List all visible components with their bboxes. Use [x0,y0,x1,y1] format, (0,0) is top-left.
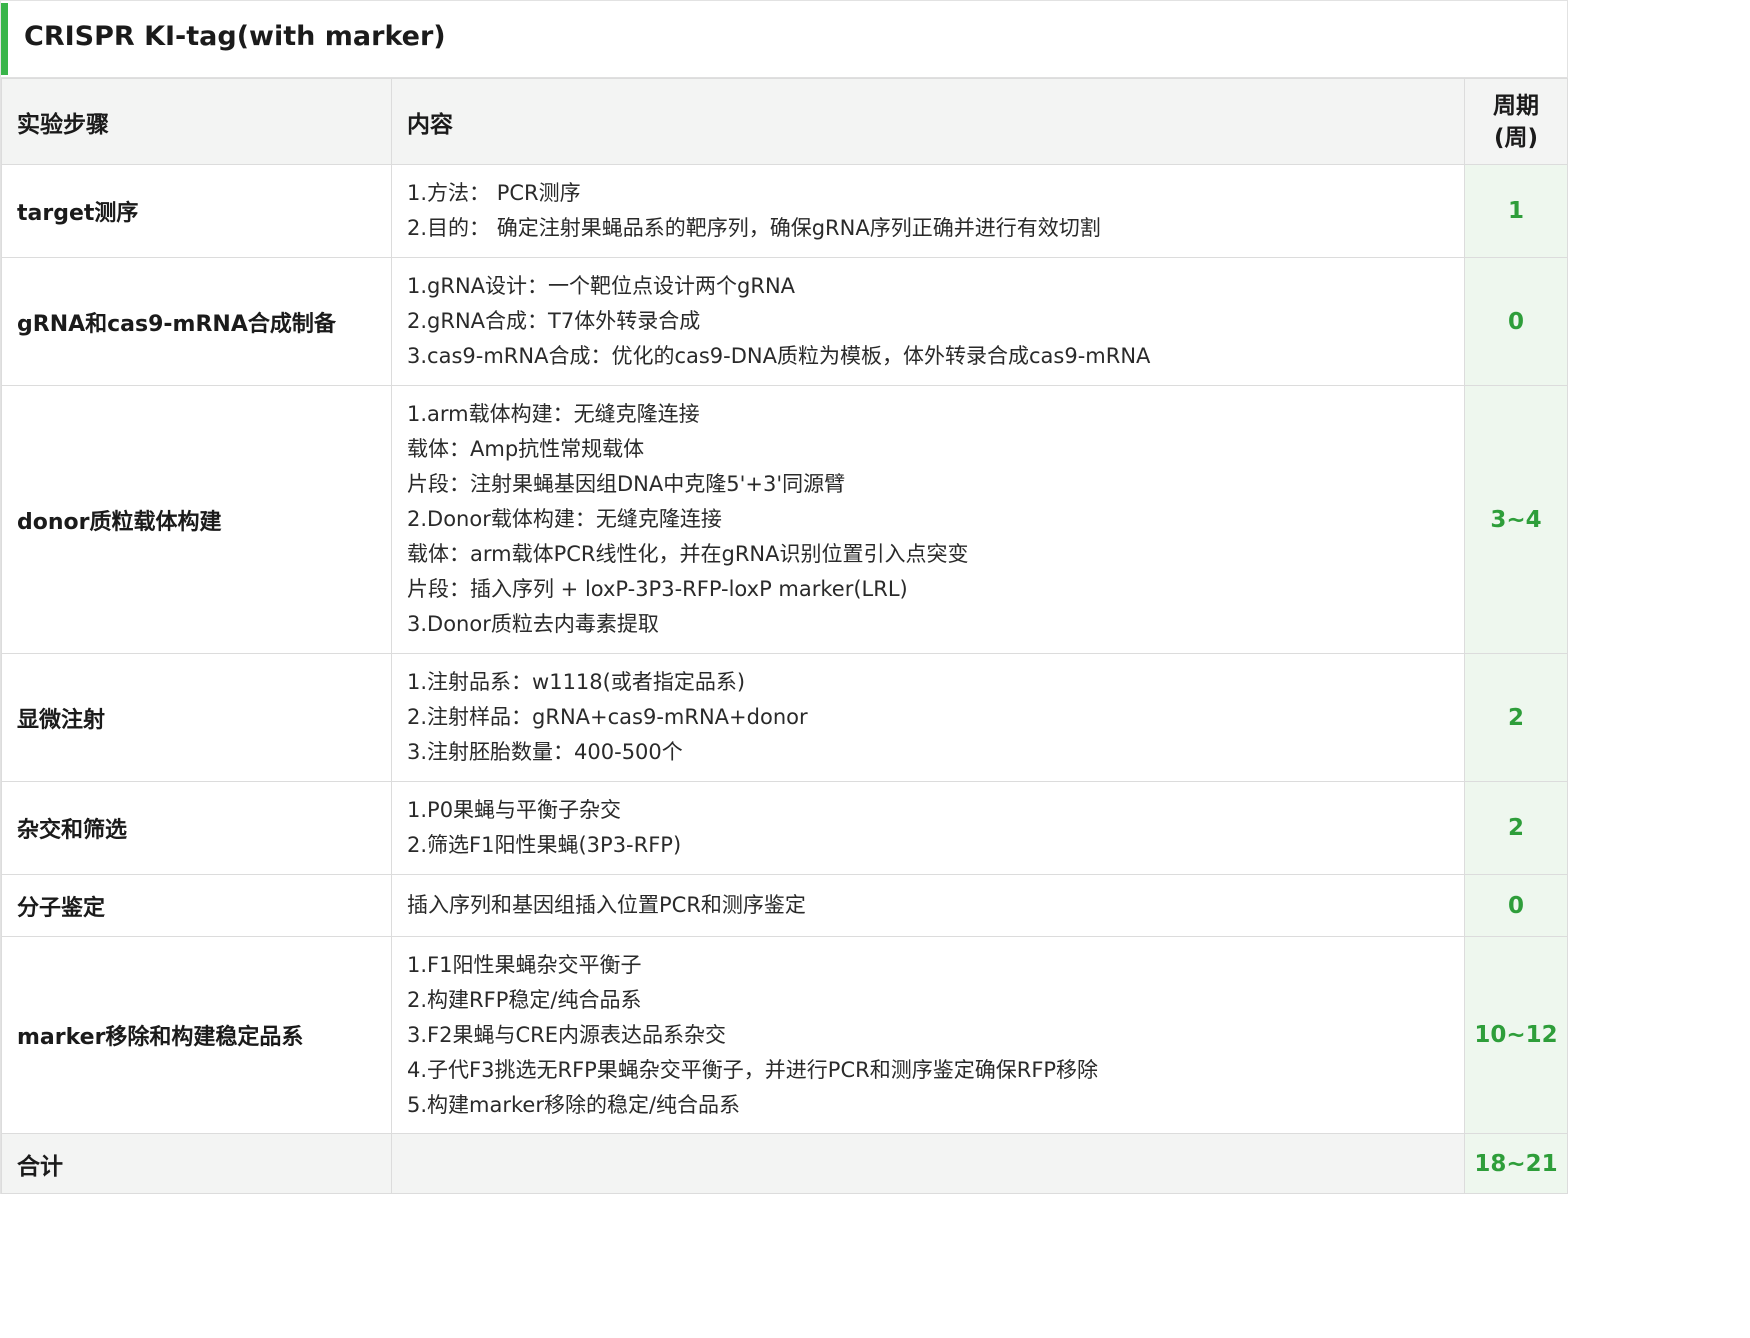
total-period: 18~21 [1464,1133,1568,1194]
step-content: 1.方法： PCR测序 2.目的： 确定注射果蝇品系的靶序列，确保gRNA序列正确… [391,164,1465,258]
table-row: marker移除和构建稳定品系 1.F1阳性果蝇杂交平衡子 2.构建RFP稳定/纯合… [1,936,1568,1134]
content-line: 1.P0果蝇与平衡子杂交 [407,798,622,822]
total-content-empty [391,1133,1465,1194]
content-line: 片段：插入序列 + loxP-3P3-RFP-loxP marker(LRL) [407,577,908,601]
content-line: 1.arm载体构建：无缝克隆连接 [407,402,700,426]
content-line: 3.Donor质粒去内毒素提取 [407,612,659,636]
step-period: 3~4 [1464,385,1568,654]
step-name: marker移除和构建稳定品系 [1,936,392,1134]
content-line: 2.注射样品：gRNA+cas9-mRNA+donor [407,705,808,729]
content-line: 片段：注射果蝇基因组DNA中克隆5'+3'同源臂 [407,472,846,496]
table-row: 杂交和筛选 1.P0果蝇与平衡子杂交 2.筛选F1阳性果蝇(3P3-RFP) 2 [1,781,1568,875]
page-title: CRISPR KI-tag(with marker) [24,21,446,52]
step-content: 1.gRNA设计：一个靶位点设计两个gRNA 2.gRNA合成：T7体外转录合成 3… [391,257,1465,386]
content-line: 1.gRNA设计：一个靶位点设计两个gRNA [407,274,796,298]
content-line: 2.Donor载体构建：无缝克隆连接 [407,507,722,531]
header-step: 实验步骤 [1,78,392,165]
content-line: 载体：Amp抗性常规载体 [407,437,645,461]
content-line: 1.注射品系：w1118(或者指定品系) [407,670,746,694]
header-period: 周期 (周) [1464,78,1568,165]
header-row: 实验步骤 内容 周期 (周) [1,78,1568,165]
step-name: 显微注射 [1,653,392,782]
step-content: 1.arm载体构建：无缝克隆连接 载体：Amp抗性常规载体片段：注射果蝇基因组DN… [391,385,1465,654]
content-line: 2.筛选F1阳性果蝇(3P3-RFP) [407,833,682,857]
content-line: 3.注射胚胎数量：400-500个 [407,740,683,764]
table-row: 分子鉴定 插入序列和基因组插入位置PCR和测序鉴定 0 [1,874,1568,937]
content-line: 2.gRNA合成：T7体外转录合成 [407,309,701,333]
content-line: 3.F2果蝇与CRE内源表达品系杂交 [407,1022,726,1047]
step-period: 2 [1464,781,1568,875]
content-line: 4.子代F3挑选无RFP果蝇杂交平衡子，并进行PCR和测序鉴定确保RFP移除 [407,1057,1099,1082]
table-row: 显微注射 1.注射品系：w1118(或者指定品系) 2.注射样品：gRNA+cas9… [1,653,1568,782]
step-name: target测序 [1,164,392,258]
step-name: 分子鉴定 [1,874,392,937]
title-bar: CRISPR KI-tag(with marker) [1,1,1567,78]
step-name: gRNA和cas9-mRNA合成制备 [1,257,392,386]
step-period: 2 [1464,653,1568,782]
step-content: 1.P0果蝇与平衡子杂交 2.筛选F1阳性果蝇(3P3-RFP) [391,781,1465,875]
step-period: 0 [1464,257,1568,386]
content-line: 2.构建RFP稳定/纯合品系 [407,987,642,1012]
table-row: donor质粒载体构建 1.arm载体构建：无缝克隆连接 载体：Amp抗性常规载体片… [1,385,1568,654]
step-content: 插入序列和基因组插入位置PCR和测序鉴定 [391,874,1465,937]
table-body: target测序 1.方法： PCR测序 2.目的： 确定注射果蝇品系的靶序列，确保… [1,164,1568,1134]
table-row: target测序 1.方法： PCR测序 2.目的： 确定注射果蝇品系的靶序列，确保… [1,164,1568,258]
total-label: 合计 [1,1133,392,1194]
title-accent-bar [1,3,8,75]
content-line: 5.构建marker移除的稳定/纯合品系 [407,1092,741,1117]
protocol-table: 实验步骤 内容 周期 (周) target测序 1.方法： PCR测序 2.目的： … [1,78,1568,1194]
table-row: gRNA和cas9-mRNA合成制备 1.gRNA设计：一个靶位点设计两个gRNA… [1,257,1568,386]
header-period-line2: (周) [1493,124,1539,151]
content-line: 2.目的： 确定注射果蝇品系的靶序列，确保gRNA序列正确并进行有效切割 [407,216,1101,240]
step-content: 1.注射品系：w1118(或者指定品系) 2.注射样品：gRNA+cas9-mRN… [391,653,1465,782]
step-period: 10~12 [1464,936,1568,1134]
step-name: 杂交和筛选 [1,781,392,875]
total-row: 合计 18~21 [1,1133,1568,1194]
step-period: 1 [1464,164,1568,258]
step-name: donor质粒载体构建 [1,385,392,654]
step-period: 0 [1464,874,1568,937]
header-period-line1: 周期 [1493,92,1539,119]
content-line: 3.cas9-mRNA合成：优化的cas9-DNA质粒为模板，体外转录合成cas… [407,344,1151,368]
content-line: 1.F1阳性果蝇杂交平衡子 [407,952,642,977]
content-line: 插入序列和基因组插入位置PCR和测序鉴定 [407,893,806,917]
protocol-card: CRISPR KI-tag(with marker) 实验步骤 内容 周期 (周… [0,0,1568,1194]
step-content: 1.F1阳性果蝇杂交平衡子 2.构建RFP稳定/纯合品系 3.F2果蝇与CRE内源表… [391,936,1465,1134]
header-content: 内容 [391,78,1465,165]
content-line: 载体：arm载体PCR线性化，并在gRNA识别位置引入点突变 [407,542,969,566]
content-line: 1.方法： PCR测序 [407,181,581,205]
